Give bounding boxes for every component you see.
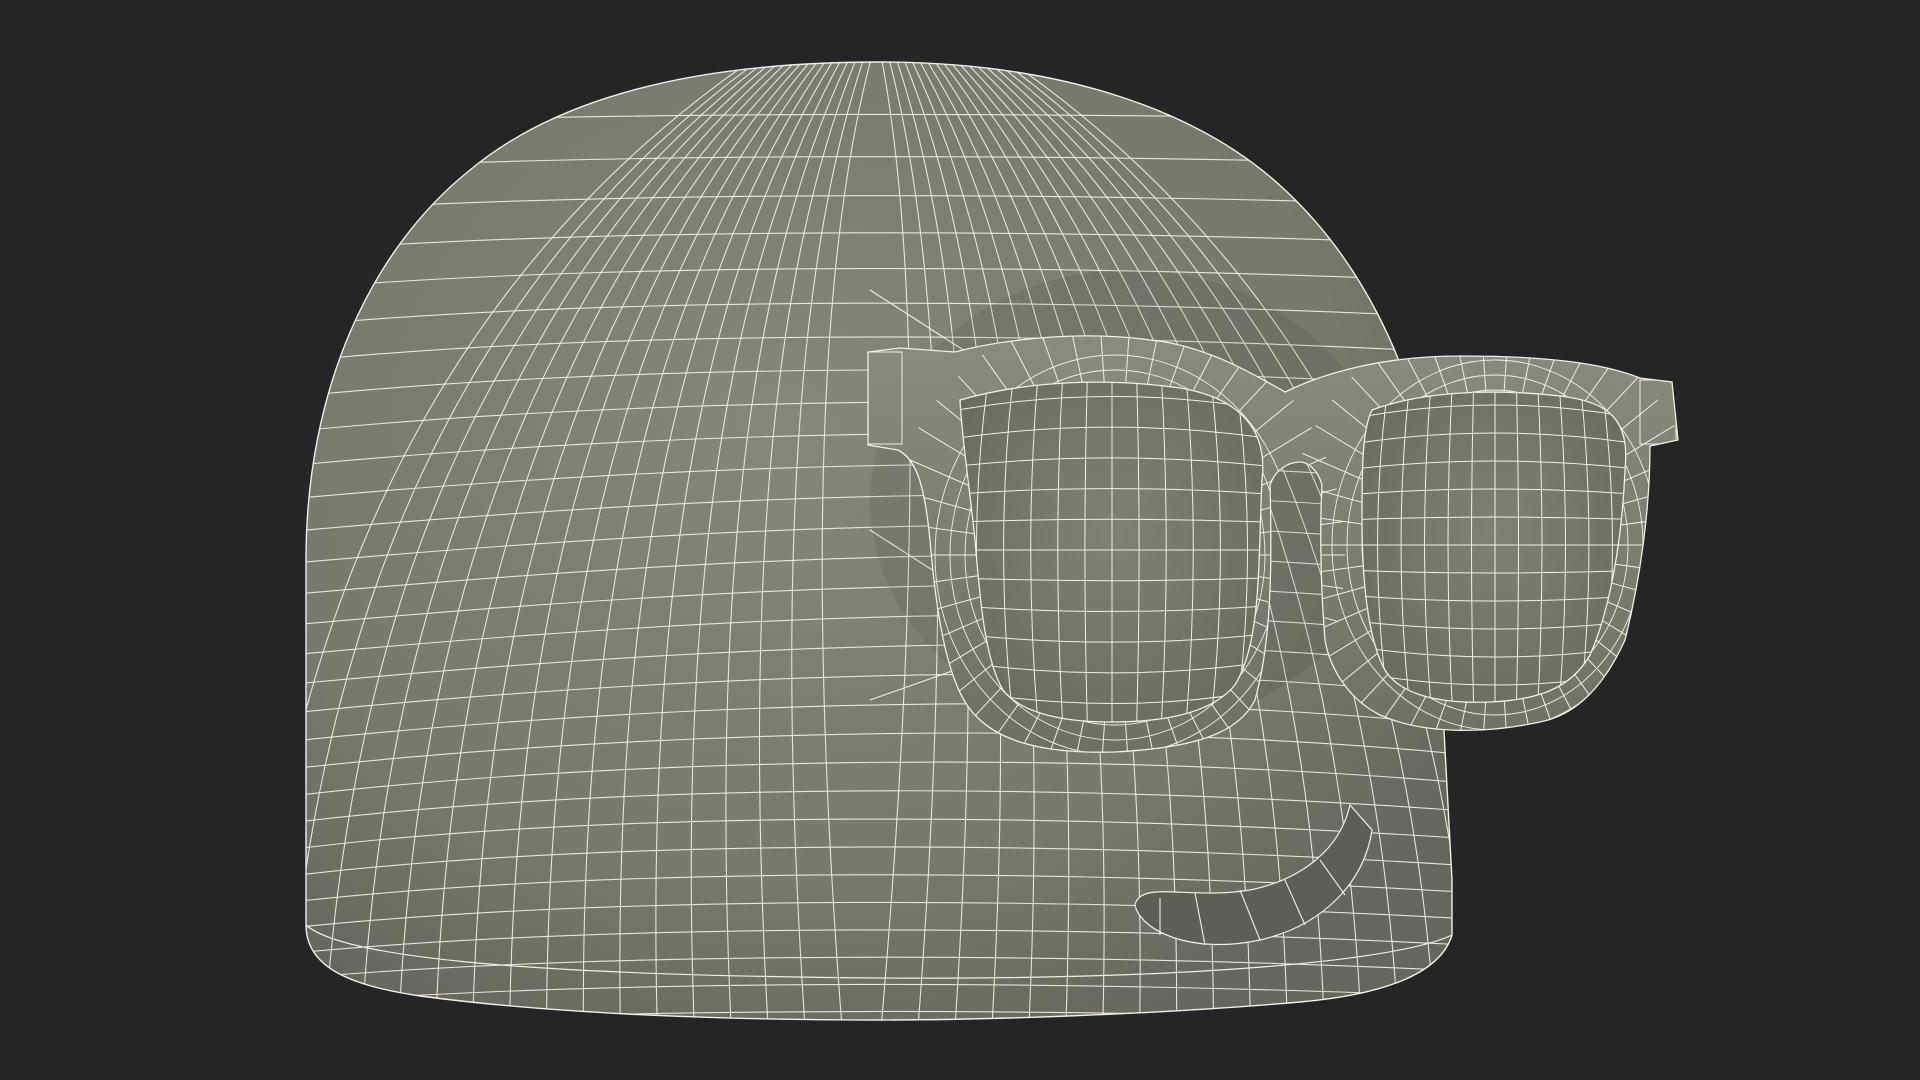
viewport xyxy=(0,0,1920,1080)
lens-surface xyxy=(959,381,1264,723)
wireframe-render xyxy=(305,61,1679,1021)
